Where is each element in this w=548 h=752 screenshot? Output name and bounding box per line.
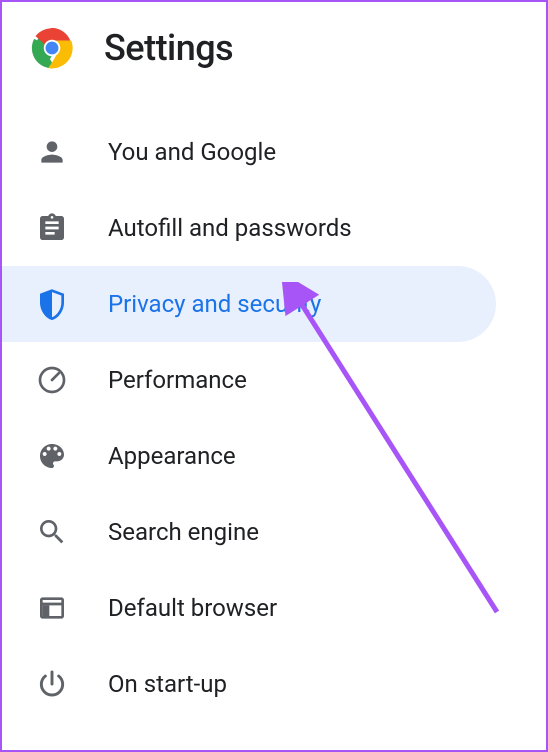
page-title: Settings (104, 27, 233, 69)
nav-item-search-engine[interactable]: Search engine (2, 494, 546, 570)
nav-label: On start-up (108, 670, 227, 698)
palette-icon (36, 440, 68, 472)
nav-label: Autofill and passwords (108, 214, 352, 242)
settings-header: Settings (2, 2, 546, 94)
nav-item-privacy[interactable]: Privacy and security (2, 266, 496, 342)
shield-icon (36, 288, 68, 320)
nav-label: Performance (108, 366, 247, 394)
nav-label: Appearance (108, 442, 236, 470)
nav-item-autofill[interactable]: Autofill and passwords (2, 190, 546, 266)
search-icon (36, 516, 68, 548)
nav-item-default-browser[interactable]: Default browser (2, 570, 546, 646)
power-icon (36, 668, 68, 700)
person-icon (36, 136, 68, 168)
nav-label: Default browser (108, 594, 277, 622)
settings-nav: You and Google Autofill and passwords Pr… (2, 94, 546, 722)
window-icon (36, 592, 68, 624)
nav-label: You and Google (108, 138, 276, 166)
clipboard-icon (36, 212, 68, 244)
nav-item-you-and-google[interactable]: You and Google (2, 114, 546, 190)
nav-item-performance[interactable]: Performance (2, 342, 546, 418)
nav-item-on-startup[interactable]: On start-up (2, 646, 546, 722)
gauge-icon (36, 364, 68, 396)
nav-label: Privacy and security (108, 290, 321, 318)
nav-item-appearance[interactable]: Appearance (2, 418, 546, 494)
nav-label: Search engine (108, 518, 259, 546)
chrome-logo-icon (30, 26, 74, 70)
